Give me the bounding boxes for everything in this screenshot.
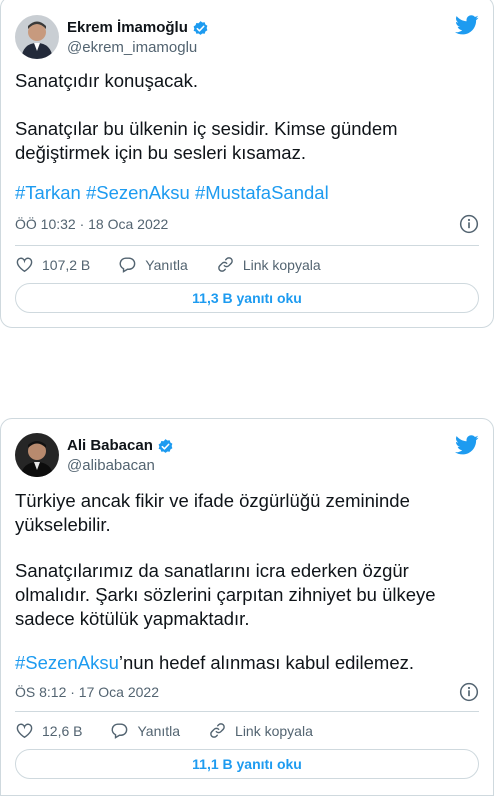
- twitter-bird-icon[interactable]: [455, 13, 479, 37]
- tweet-text: Sanatçılarımız da sanatlarını icra ederk…: [15, 560, 436, 629]
- tweet-timestamp[interactable]: ÖS 8:12 · 17 Oca 2022: [15, 684, 159, 700]
- reply-bubble-icon: [112, 723, 128, 739]
- avatar[interactable]: [15, 433, 59, 477]
- author-name[interactable]: Ekrem İmamoğlu: [67, 19, 188, 37]
- verified-badge-icon: [158, 438, 173, 453]
- info-icon[interactable]: [459, 214, 479, 234]
- read-replies-button[interactable]: 11,1 B yanıtı oku: [15, 749, 479, 779]
- verified-badge-icon: [193, 20, 208, 35]
- twitter-bird-icon[interactable]: [455, 433, 479, 457]
- tweet-text: #SezenAksu’nun hedef alınması kabul edil…: [15, 651, 481, 675]
- link-icon: [210, 723, 225, 738]
- reply-bubble-icon: [119, 257, 136, 273]
- tweet-text: Sanatçıdır konuşacak.: [15, 70, 199, 91]
- reply-button[interactable]: Yanıtla: [110, 721, 180, 740]
- author-handle[interactable]: @alibabacan: [67, 457, 155, 475]
- copy-link-label: Link kopyala: [235, 722, 313, 739]
- reply-label: Yanıtla: [137, 722, 181, 739]
- like-button[interactable]: 12,6 B: [15, 721, 82, 740]
- hashtag-link[interactable]: #SezenAksu: [86, 182, 190, 203]
- tweet-text: Türkiye ancak fikir ve ifade özgürlüğü z…: [15, 490, 410, 535]
- copy-link-label: Link kopyala: [242, 256, 321, 273]
- tweet-card: Ekrem İmamoğlu @ekrem_imamoglu Sanatçıdı…: [0, 0, 494, 328]
- link-icon: [217, 257, 233, 272]
- divider: [15, 245, 479, 246]
- tweet-text: Sanatçılar bu ülkenin iç sesidir. Kimse …: [15, 118, 398, 163]
- author-handle[interactable]: @ekrem_imamoglu: [67, 39, 197, 57]
- heart-icon: [16, 723, 33, 739]
- tweet-card: Ali Babacan @alibabacan Türkiye ancak fi…: [0, 418, 494, 796]
- hashtag-link[interactable]: #SezenAksu: [15, 652, 119, 673]
- hashtag-link[interactable]: #MustafaSandal: [195, 182, 329, 203]
- like-count: 107,2 B: [42, 256, 91, 273]
- author-name[interactable]: Ali Babacan: [67, 437, 153, 455]
- tweet-text-suffix: ’nun hedef alınması kabul edilemez.: [118, 652, 415, 673]
- like-button[interactable]: 107,2 B: [15, 255, 90, 274]
- reply-button[interactable]: Yanıtla: [118, 255, 188, 274]
- heart-icon: [16, 257, 33, 273]
- copy-link-button[interactable]: Link kopyala: [216, 255, 321, 274]
- tweet-timestamp[interactable]: ÖÖ 10:32 · 18 Oca 2022: [15, 216, 168, 232]
- read-replies-button[interactable]: 11,3 B yanıtı oku: [15, 283, 479, 313]
- hashtag-link[interactable]: #Tarkan: [15, 182, 81, 203]
- info-icon[interactable]: [459, 682, 479, 702]
- divider: [15, 711, 479, 712]
- tweet-hashtags: #Tarkan #SezenAksu #MustafaSandal: [15, 181, 481, 205]
- like-count: 12,6 B: [42, 722, 83, 739]
- reply-label: Yanıtla: [145, 256, 188, 273]
- avatar[interactable]: [15, 15, 59, 59]
- copy-link-button[interactable]: Link kopyala: [208, 721, 313, 740]
